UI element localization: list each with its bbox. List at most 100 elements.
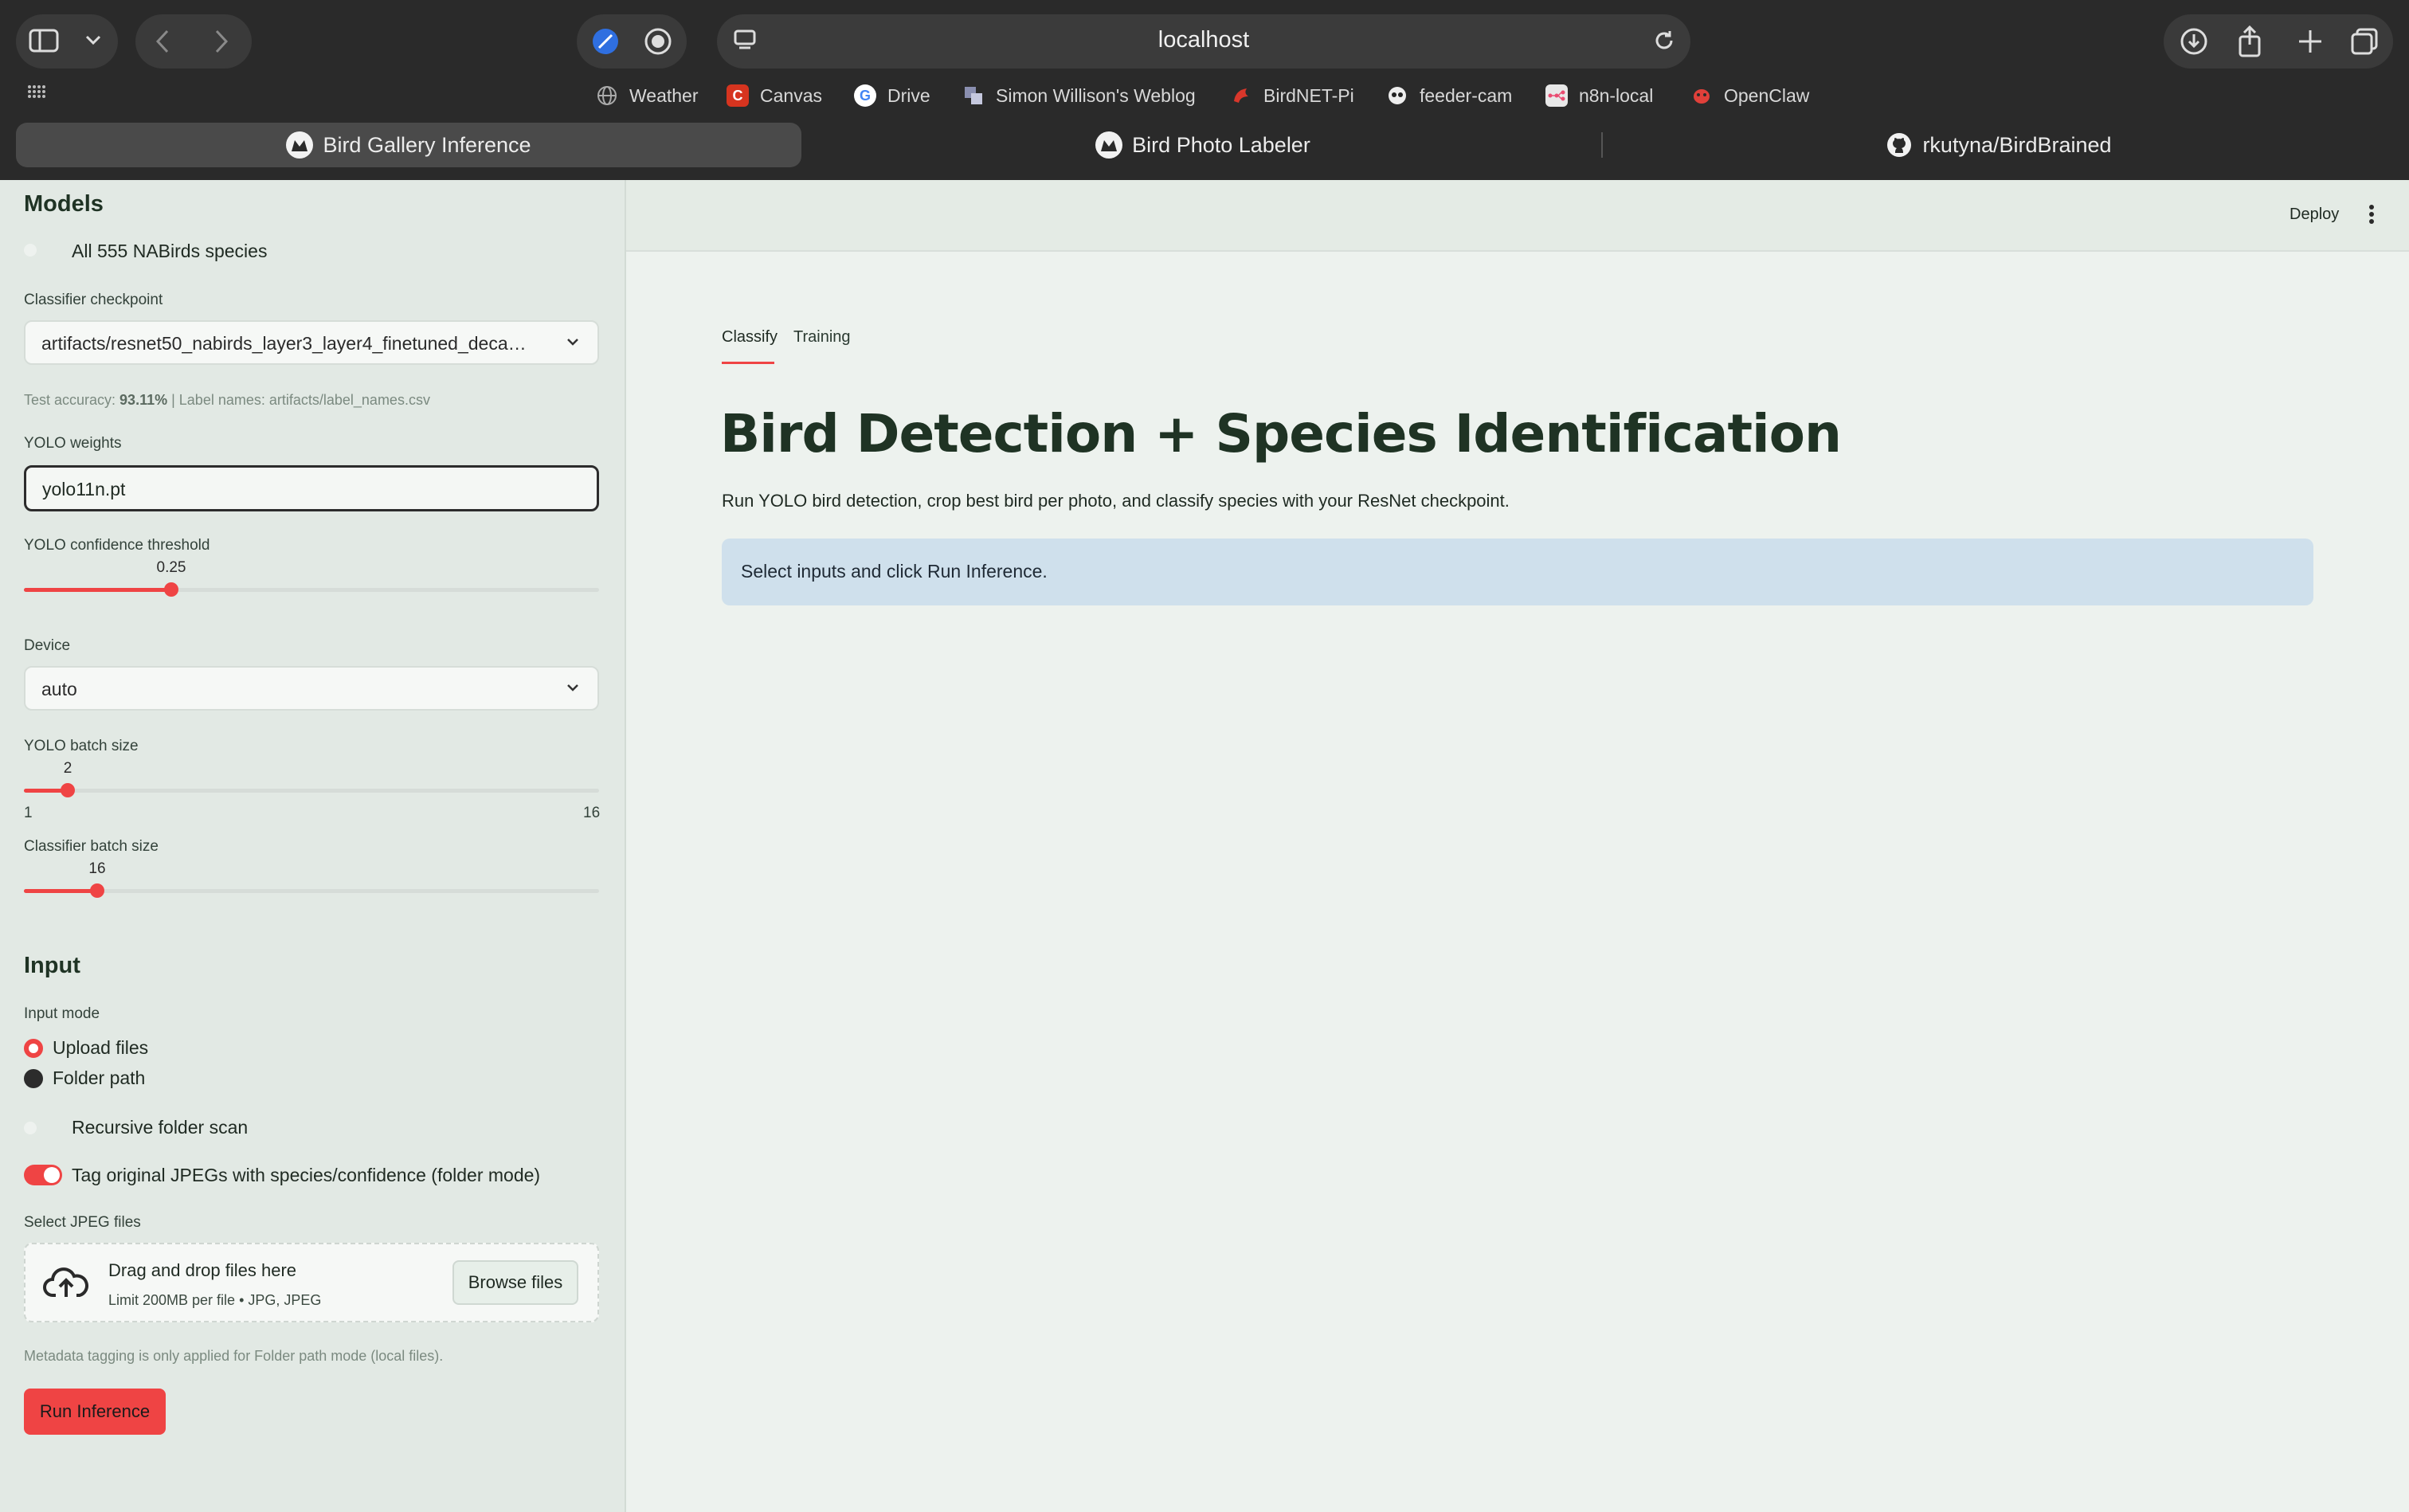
app-header: Deploy (626, 180, 2409, 252)
run-inference-button[interactable]: Run Inference (24, 1389, 166, 1435)
yolo-batch-slider[interactable] (24, 783, 599, 797)
nav-buttons (135, 14, 252, 69)
classifier-checkpoint-label: Classifier checkpoint (24, 292, 163, 308)
bookmark-label: n8n-local (1579, 84, 1654, 106)
bookmark-simon-willison[interactable]: Simon Willison's Weblog (962, 82, 1196, 109)
download-icon[interactable] (2180, 27, 2208, 56)
bookmark-label: Drive (887, 84, 930, 106)
github-icon (1886, 131, 1913, 159)
streamlit-icon (1095, 131, 1123, 159)
classifier-batch-slider[interactable] (24, 883, 599, 898)
browse-files-button[interactable]: Browse files (452, 1260, 578, 1305)
apps-grid-icon[interactable] (27, 84, 46, 99)
radio-folder-path[interactable] (24, 1069, 43, 1088)
chevron-down-icon[interactable] (84, 33, 102, 46)
yolo-batch-min: 1 (24, 805, 33, 821)
yolo-confidence-value: 0.25 (156, 559, 186, 576)
bookmark-drive[interactable]: G Drive (854, 82, 930, 109)
models-header: Models (24, 191, 104, 217)
browser-chrome: localhost Weather C Canvas G Drive Simon… (0, 0, 2409, 180)
slider-fill (24, 588, 171, 592)
accuracy-suffix: | Label names: artifacts/label_names.csv (167, 392, 430, 408)
back-icon[interactable] (155, 29, 170, 54)
canvas-icon: C (727, 84, 749, 107)
tab-label: rkutyna/BirdBrained (1922, 132, 2112, 157)
compass-extension-icon[interactable] (591, 27, 620, 56)
chevron-down-icon (564, 333, 582, 354)
main-content: Deploy Classify Training Bird Detection … (626, 180, 2409, 1512)
bookmark-weather[interactable]: Weather (596, 82, 699, 109)
chevron-down-icon (564, 679, 582, 700)
slider-handle[interactable] (61, 783, 75, 797)
google-icon: G (854, 84, 876, 107)
more-vertical-icon[interactable] (2368, 204, 2376, 229)
radio-upload-files[interactable] (24, 1039, 43, 1058)
bookmark-label: Simon Willison's Weblog (996, 84, 1196, 106)
tab-training[interactable]: Training (793, 328, 851, 347)
bookmark-n8n[interactable]: n8n-local (1545, 82, 1653, 109)
sidebar-icon[interactable] (29, 29, 59, 53)
all-species-toggle[interactable] (24, 244, 37, 257)
slider-handle[interactable] (164, 582, 178, 597)
recursive-scan-toggle[interactable] (24, 1122, 37, 1134)
recursive-scan-label: Recursive folder scan (72, 1117, 249, 1138)
birdnet-icon (1230, 84, 1252, 107)
bookmark-label: Canvas (760, 84, 822, 106)
accuracy-prefix: Test accuracy: (24, 392, 120, 408)
slider-handle[interactable] (90, 883, 104, 898)
yolo-batch-value: 2 (63, 760, 72, 777)
bookmark-canvas[interactable]: C Canvas (727, 82, 822, 109)
info-alert: Select inputs and click Run Inference. (722, 539, 2313, 605)
bookmark-label: feeder-cam (1420, 84, 1513, 106)
tab-bird-photo-labeler[interactable]: Bird Photo Labeler (805, 123, 1601, 167)
url-text: localhost (1157, 27, 1250, 53)
info-alert-text: Select inputs and click Run Inference. (741, 561, 1048, 582)
tab-label: Bird Gallery Inference (323, 132, 531, 157)
tab-overview-icon[interactable] (2350, 27, 2379, 56)
record-extension-icon[interactable] (644, 27, 672, 56)
forward-icon[interactable] (213, 29, 229, 54)
bookmark-birdnet[interactable]: BirdNET-Pi (1230, 82, 1354, 109)
tag-jpegs-toggle[interactable] (24, 1165, 62, 1185)
sidebar-toggle-group (16, 14, 118, 69)
streamlit-icon (286, 131, 314, 159)
classifier-checkpoint-select[interactable]: artifacts/resnet50_nabirds_layer3_layer4… (24, 320, 599, 365)
deploy-button[interactable]: Deploy (2290, 206, 2339, 224)
active-tab-indicator (722, 362, 774, 364)
select-files-label: Select JPEG files (24, 1214, 141, 1231)
classifier-batch-label: Classifier batch size (24, 838, 159, 855)
tab-bird-gallery-inference[interactable]: Bird Gallery Inference (16, 123, 801, 167)
yolo-batch-label: YOLO batch size (24, 738, 139, 754)
reload-icon[interactable] (1652, 29, 1676, 53)
sidebar: Models All 555 NABirds species Classifie… (0, 180, 626, 1512)
slider-fill (24, 889, 97, 893)
input-header: Input (24, 953, 80, 978)
yolo-batch-max: 16 (583, 805, 601, 821)
n8n-icon (1545, 84, 1568, 107)
device-select[interactable]: auto (24, 666, 599, 711)
input-mode-label: Input mode (24, 1005, 100, 1022)
bookmark-feeder-cam[interactable]: feeder-cam (1386, 82, 1512, 109)
globe-icon (596, 84, 618, 107)
file-dropzone[interactable]: Drag and drop files here Limit 200MB per… (24, 1243, 599, 1322)
accuracy-caption: Test accuracy: 93.11% | Label names: art… (24, 392, 430, 409)
bookmark-label: BirdNET-Pi (1263, 84, 1354, 106)
dropzone-caption: Limit 200MB per file • JPG, JPEG (108, 1292, 322, 1308)
toolbar-right (2164, 14, 2393, 69)
yolo-weights-input[interactable]: yolo11n.pt (24, 465, 599, 511)
extensions-group (577, 14, 687, 69)
new-tab-icon[interactable] (2296, 27, 2325, 56)
bookmark-label: OpenClaw (1724, 84, 1810, 106)
tab-birdbrained-github[interactable]: rkutyna/BirdBrained (1604, 123, 2393, 167)
classifier-checkpoint-value: artifacts/resnet50_nabirds_layer3_layer4… (41, 333, 535, 354)
page-subtitle: Run YOLO bird detection, crop best bird … (722, 491, 1510, 511)
tab-classify[interactable]: Classify (722, 328, 778, 347)
device-value: auto (41, 679, 77, 699)
address-bar[interactable]: localhost (717, 14, 1690, 69)
all-species-label: All 555 NABirds species (72, 241, 268, 261)
page-title: Bird Detection + Species Identification (720, 403, 1842, 464)
tab-label: Bird Photo Labeler (1132, 132, 1310, 157)
bookmark-openclaw[interactable]: OpenClaw (1690, 82, 1809, 109)
share-icon[interactable] (2237, 25, 2262, 57)
yolo-confidence-slider[interactable] (24, 582, 599, 597)
